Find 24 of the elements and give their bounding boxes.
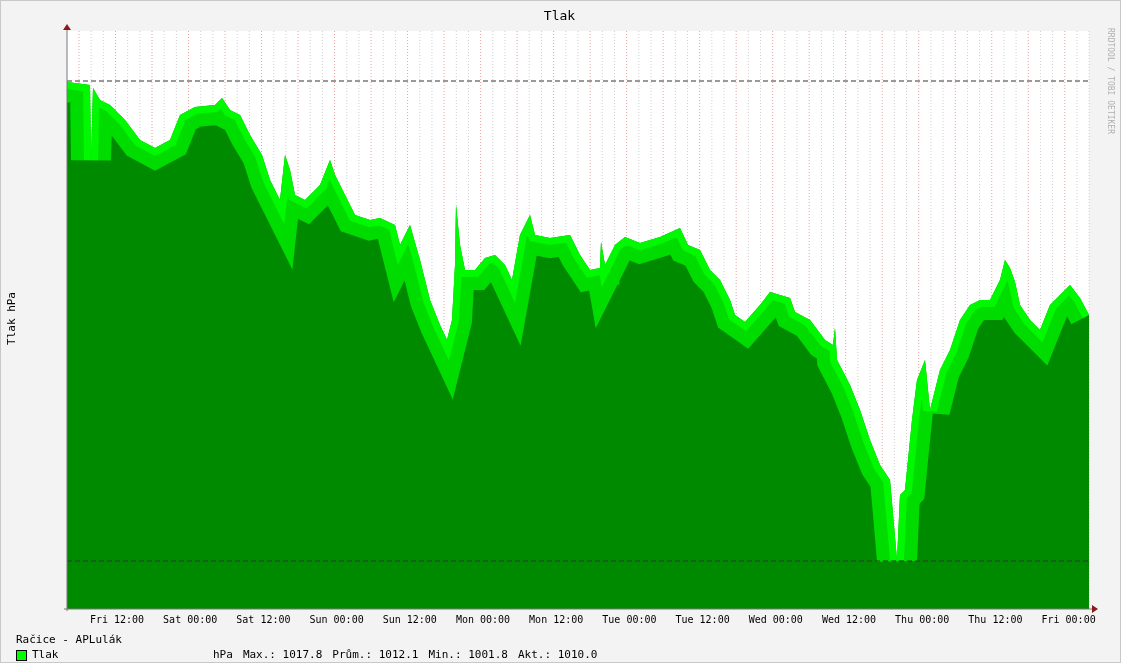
- x-axis-label: Tue 12:00: [675, 614, 730, 625]
- x-axis-label: Wed 00:00: [748, 614, 803, 625]
- x-axis-label: Mon 00:00: [455, 614, 511, 625]
- x-axis-label: Sun 12:00: [382, 614, 437, 625]
- x-axis-label: Thu 00:00: [895, 614, 950, 625]
- x-axis-label: Mon 12:00: [529, 614, 584, 625]
- x-axis-label: Sun 00:00: [309, 614, 364, 625]
- x-axis-label: Sat 12:00: [236, 614, 291, 625]
- x-axis-label: Sat 00:00: [163, 614, 218, 625]
- x-axis-label: Wed 12:00: [821, 614, 877, 625]
- current-value: Akt.: 1010.0: [517, 648, 598, 662]
- credit-text: RRDTOOL / TOBI OETIKER: [1106, 28, 1115, 134]
- x-axis-label: Tue 00:00: [602, 614, 657, 625]
- x-axis-label: Fri 12:00: [89, 614, 145, 625]
- average-value: Prům.: 1012.1: [332, 648, 419, 662]
- min-value: Min.: 1001.8: [428, 648, 508, 662]
- y-axis-label: Tlak hPa: [5, 292, 18, 345]
- series-name: Tlak: [32, 648, 60, 662]
- x-axis-label: Fri 00:00: [1041, 614, 1096, 625]
- unit-label: hPa: [213, 648, 233, 662]
- chart-title: Tlak: [543, 8, 576, 24]
- location-label: Račice - APLulák: [16, 633, 122, 647]
- max-value: Max.: 1017.8: [242, 648, 323, 662]
- x-axis-label: Thu 12:00: [968, 614, 1023, 625]
